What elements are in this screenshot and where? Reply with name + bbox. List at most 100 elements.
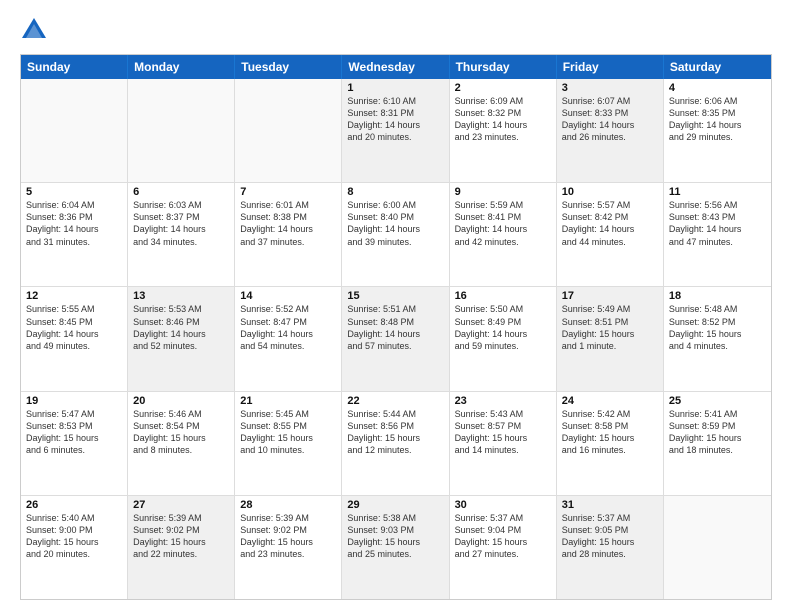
- weekday-header: Thursday: [450, 55, 557, 79]
- cell-info: Sunrise: 5:37 AM Sunset: 9:04 PM Dayligh…: [455, 512, 551, 561]
- day-number: 1: [347, 82, 443, 94]
- cell-info: Sunrise: 5:49 AM Sunset: 8:51 PM Dayligh…: [562, 303, 658, 352]
- day-number: 27: [133, 499, 229, 511]
- calendar-cell: 9Sunrise: 5:59 AM Sunset: 8:41 PM Daylig…: [450, 183, 557, 286]
- cell-info: Sunrise: 6:06 AM Sunset: 8:35 PM Dayligh…: [669, 95, 766, 144]
- cell-info: Sunrise: 5:55 AM Sunset: 8:45 PM Dayligh…: [26, 303, 122, 352]
- calendar-cell: [21, 79, 128, 182]
- cell-info: Sunrise: 5:40 AM Sunset: 9:00 PM Dayligh…: [26, 512, 122, 561]
- cell-info: Sunrise: 6:07 AM Sunset: 8:33 PM Dayligh…: [562, 95, 658, 144]
- calendar-cell: 15Sunrise: 5:51 AM Sunset: 8:48 PM Dayli…: [342, 287, 449, 390]
- day-number: 23: [455, 395, 551, 407]
- calendar-cell: 23Sunrise: 5:43 AM Sunset: 8:57 PM Dayli…: [450, 392, 557, 495]
- cell-info: Sunrise: 5:56 AM Sunset: 8:43 PM Dayligh…: [669, 199, 766, 248]
- logo-icon: [20, 16, 48, 44]
- calendar-cell: [664, 496, 771, 599]
- calendar-cell: 16Sunrise: 5:50 AM Sunset: 8:49 PM Dayli…: [450, 287, 557, 390]
- calendar-cell: 12Sunrise: 5:55 AM Sunset: 8:45 PM Dayli…: [21, 287, 128, 390]
- calendar-cell: 20Sunrise: 5:46 AM Sunset: 8:54 PM Dayli…: [128, 392, 235, 495]
- calendar-row: 19Sunrise: 5:47 AM Sunset: 8:53 PM Dayli…: [21, 391, 771, 495]
- cell-info: Sunrise: 5:52 AM Sunset: 8:47 PM Dayligh…: [240, 303, 336, 352]
- calendar-cell: 11Sunrise: 5:56 AM Sunset: 8:43 PM Dayli…: [664, 183, 771, 286]
- cell-info: Sunrise: 5:47 AM Sunset: 8:53 PM Dayligh…: [26, 408, 122, 457]
- cell-info: Sunrise: 5:48 AM Sunset: 8:52 PM Dayligh…: [669, 303, 766, 352]
- calendar-cell: 13Sunrise: 5:53 AM Sunset: 8:46 PM Dayli…: [128, 287, 235, 390]
- day-number: 4: [669, 82, 766, 94]
- weekday-header: Monday: [128, 55, 235, 79]
- cell-info: Sunrise: 5:45 AM Sunset: 8:55 PM Dayligh…: [240, 408, 336, 457]
- day-number: 11: [669, 186, 766, 198]
- day-number: 10: [562, 186, 658, 198]
- cell-info: Sunrise: 5:51 AM Sunset: 8:48 PM Dayligh…: [347, 303, 443, 352]
- day-number: 28: [240, 499, 336, 511]
- cell-info: Sunrise: 5:57 AM Sunset: 8:42 PM Dayligh…: [562, 199, 658, 248]
- calendar-cell: 26Sunrise: 5:40 AM Sunset: 9:00 PM Dayli…: [21, 496, 128, 599]
- cell-info: Sunrise: 5:44 AM Sunset: 8:56 PM Dayligh…: [347, 408, 443, 457]
- day-number: 5: [26, 186, 122, 198]
- cell-info: Sunrise: 5:50 AM Sunset: 8:49 PM Dayligh…: [455, 303, 551, 352]
- cell-info: Sunrise: 5:43 AM Sunset: 8:57 PM Dayligh…: [455, 408, 551, 457]
- weekday-header: Friday: [557, 55, 664, 79]
- calendar-cell: 27Sunrise: 5:39 AM Sunset: 9:02 PM Dayli…: [128, 496, 235, 599]
- cell-info: Sunrise: 5:39 AM Sunset: 9:02 PM Dayligh…: [240, 512, 336, 561]
- calendar-row: 26Sunrise: 5:40 AM Sunset: 9:00 PM Dayli…: [21, 495, 771, 599]
- calendar-cell: 22Sunrise: 5:44 AM Sunset: 8:56 PM Dayli…: [342, 392, 449, 495]
- cell-info: Sunrise: 6:10 AM Sunset: 8:31 PM Dayligh…: [347, 95, 443, 144]
- calendar-cell: 29Sunrise: 5:38 AM Sunset: 9:03 PM Dayli…: [342, 496, 449, 599]
- calendar-cell: 1Sunrise: 6:10 AM Sunset: 8:31 PM Daylig…: [342, 79, 449, 182]
- day-number: 14: [240, 290, 336, 302]
- day-number: 15: [347, 290, 443, 302]
- cell-info: Sunrise: 6:00 AM Sunset: 8:40 PM Dayligh…: [347, 199, 443, 248]
- day-number: 20: [133, 395, 229, 407]
- day-number: 21: [240, 395, 336, 407]
- day-number: 13: [133, 290, 229, 302]
- day-number: 31: [562, 499, 658, 511]
- calendar-cell: 10Sunrise: 5:57 AM Sunset: 8:42 PM Dayli…: [557, 183, 664, 286]
- calendar-row: 1Sunrise: 6:10 AM Sunset: 8:31 PM Daylig…: [21, 79, 771, 182]
- calendar-cell: 6Sunrise: 6:03 AM Sunset: 8:37 PM Daylig…: [128, 183, 235, 286]
- cell-info: Sunrise: 5:46 AM Sunset: 8:54 PM Dayligh…: [133, 408, 229, 457]
- day-number: 22: [347, 395, 443, 407]
- calendar-cell: [235, 79, 342, 182]
- calendar-cell: 19Sunrise: 5:47 AM Sunset: 8:53 PM Dayli…: [21, 392, 128, 495]
- cell-info: Sunrise: 5:37 AM Sunset: 9:05 PM Dayligh…: [562, 512, 658, 561]
- day-number: 19: [26, 395, 122, 407]
- calendar-cell: 25Sunrise: 5:41 AM Sunset: 8:59 PM Dayli…: [664, 392, 771, 495]
- day-number: 8: [347, 186, 443, 198]
- cell-info: Sunrise: 5:41 AM Sunset: 8:59 PM Dayligh…: [669, 408, 766, 457]
- calendar-cell: 30Sunrise: 5:37 AM Sunset: 9:04 PM Dayli…: [450, 496, 557, 599]
- calendar-cell: 2Sunrise: 6:09 AM Sunset: 8:32 PM Daylig…: [450, 79, 557, 182]
- calendar-cell: 24Sunrise: 5:42 AM Sunset: 8:58 PM Dayli…: [557, 392, 664, 495]
- day-number: 9: [455, 186, 551, 198]
- calendar-cell: [128, 79, 235, 182]
- page: SundayMondayTuesdayWednesdayThursdayFrid…: [0, 0, 792, 612]
- calendar-cell: 31Sunrise: 5:37 AM Sunset: 9:05 PM Dayli…: [557, 496, 664, 599]
- calendar-cell: 17Sunrise: 5:49 AM Sunset: 8:51 PM Dayli…: [557, 287, 664, 390]
- day-number: 3: [562, 82, 658, 94]
- calendar-row: 12Sunrise: 5:55 AM Sunset: 8:45 PM Dayli…: [21, 286, 771, 390]
- day-number: 12: [26, 290, 122, 302]
- day-number: 6: [133, 186, 229, 198]
- cell-info: Sunrise: 6:09 AM Sunset: 8:32 PM Dayligh…: [455, 95, 551, 144]
- calendar-header: SundayMondayTuesdayWednesdayThursdayFrid…: [21, 55, 771, 79]
- day-number: 2: [455, 82, 551, 94]
- day-number: 29: [347, 499, 443, 511]
- calendar-cell: 18Sunrise: 5:48 AM Sunset: 8:52 PM Dayli…: [664, 287, 771, 390]
- calendar-cell: 8Sunrise: 6:00 AM Sunset: 8:40 PM Daylig…: [342, 183, 449, 286]
- calendar-cell: 21Sunrise: 5:45 AM Sunset: 8:55 PM Dayli…: [235, 392, 342, 495]
- cell-info: Sunrise: 5:59 AM Sunset: 8:41 PM Dayligh…: [455, 199, 551, 248]
- cell-info: Sunrise: 5:38 AM Sunset: 9:03 PM Dayligh…: [347, 512, 443, 561]
- weekday-header: Saturday: [664, 55, 771, 79]
- cell-info: Sunrise: 5:39 AM Sunset: 9:02 PM Dayligh…: [133, 512, 229, 561]
- logo: [20, 16, 52, 44]
- day-number: 16: [455, 290, 551, 302]
- cell-info: Sunrise: 6:03 AM Sunset: 8:37 PM Dayligh…: [133, 199, 229, 248]
- cell-info: Sunrise: 5:53 AM Sunset: 8:46 PM Dayligh…: [133, 303, 229, 352]
- day-number: 7: [240, 186, 336, 198]
- cell-info: Sunrise: 5:42 AM Sunset: 8:58 PM Dayligh…: [562, 408, 658, 457]
- weekday-header: Tuesday: [235, 55, 342, 79]
- day-number: 18: [669, 290, 766, 302]
- calendar-cell: 28Sunrise: 5:39 AM Sunset: 9:02 PM Dayli…: [235, 496, 342, 599]
- day-number: 17: [562, 290, 658, 302]
- calendar-cell: 14Sunrise: 5:52 AM Sunset: 8:47 PM Dayli…: [235, 287, 342, 390]
